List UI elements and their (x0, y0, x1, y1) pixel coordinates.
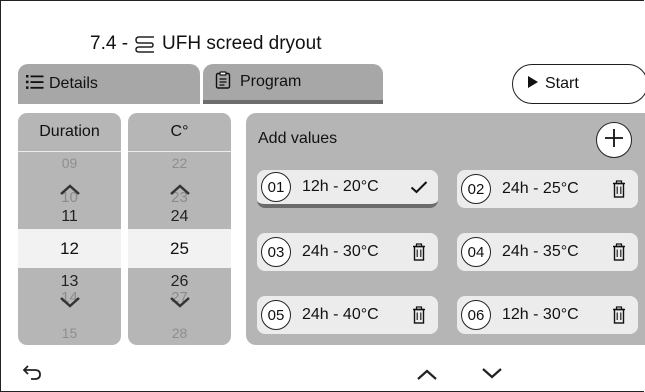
plus-icon (604, 128, 624, 153)
entry-value: 24h - 40°C (302, 306, 379, 323)
duration-header: Duration (18, 113, 121, 152)
entry-number: 02 (461, 174, 491, 204)
entry-value: 24h - 25°C (502, 180, 579, 197)
chevron-down-icon[interactable] (169, 295, 191, 313)
duration-value-prev-3: 09 (61, 155, 78, 171)
entry-value: 12h - 20°C (302, 178, 379, 195)
temperature-wheel[interactable]: C° 22 23 24 25 26 27 28 (128, 113, 231, 345)
play-icon (527, 75, 539, 94)
list-icon (26, 74, 44, 95)
trash-icon[interactable] (406, 306, 432, 324)
tab-details[interactable]: Details (18, 64, 200, 104)
program-panel: Add values 01 12h - 20°C 02 24h - 25°C 0… (246, 113, 645, 345)
chevron-up-icon[interactable] (415, 368, 439, 387)
trash-icon[interactable] (606, 306, 632, 324)
chevron-down-icon[interactable] (59, 295, 81, 313)
duration-value-next-3: 15 (61, 325, 78, 341)
start-button-label: Start (545, 75, 579, 92)
check-icon[interactable] (406, 180, 432, 194)
duration-wheel[interactable]: Duration 09 10 11 12 13 14 15 (18, 113, 121, 345)
temperature-value-next-3: 28 (171, 325, 188, 341)
entry-number: 01 (261, 172, 291, 202)
tab-program[interactable]: Program (203, 64, 383, 104)
floor-heating-icon (134, 34, 156, 54)
program-entry[interactable]: 06 12h - 30°C (457, 296, 638, 334)
program-entry[interactable]: 05 24h - 40°C (257, 296, 438, 334)
back-arrow-icon[interactable] (22, 364, 42, 385)
program-entry[interactable]: 03 24h - 30°C (257, 233, 438, 271)
program-entry[interactable]: 01 12h - 20°C (257, 170, 438, 208)
entry-number: 04 (461, 237, 491, 267)
start-button[interactable]: Start (512, 64, 645, 104)
tab-details-label: Details (49, 75, 98, 92)
tab-program-label: Program (240, 73, 302, 90)
temperature-header: C° (128, 113, 231, 152)
trash-icon[interactable] (606, 243, 632, 261)
entry-value: 24h - 35°C (502, 243, 579, 260)
entry-value: 24h - 30°C (302, 243, 379, 260)
title-prefix: 7.4 - (90, 33, 129, 54)
trash-icon[interactable] (606, 180, 632, 198)
entry-value: 12h - 30°C (502, 306, 579, 323)
program-panel-title: Add values (258, 130, 338, 147)
temperature-value-prev-3: 22 (171, 155, 188, 171)
duration-selected-value: 12 (18, 229, 121, 268)
clipboard-icon (215, 70, 231, 94)
entry-number: 05 (261, 300, 291, 330)
page-title: 7.4 - UFH screed dryout (90, 30, 321, 58)
program-entry[interactable]: 02 24h - 25°C (457, 170, 638, 208)
entry-number: 06 (461, 300, 491, 330)
add-value-button[interactable] (596, 122, 632, 158)
duration-value-prev-1: 11 (61, 208, 78, 225)
chevron-down-icon[interactable] (480, 366, 504, 385)
temperature-value-prev-1: 24 (170, 208, 189, 225)
program-entry[interactable]: 04 24h - 35°C (457, 233, 638, 271)
title-text: UFH screed dryout (162, 33, 322, 54)
chevron-up-icon[interactable] (59, 183, 81, 201)
chevron-up-icon[interactable] (169, 183, 191, 201)
entry-number: 03 (261, 237, 291, 267)
trash-icon[interactable] (406, 243, 432, 261)
temperature-selected-value: 25 (128, 229, 231, 268)
